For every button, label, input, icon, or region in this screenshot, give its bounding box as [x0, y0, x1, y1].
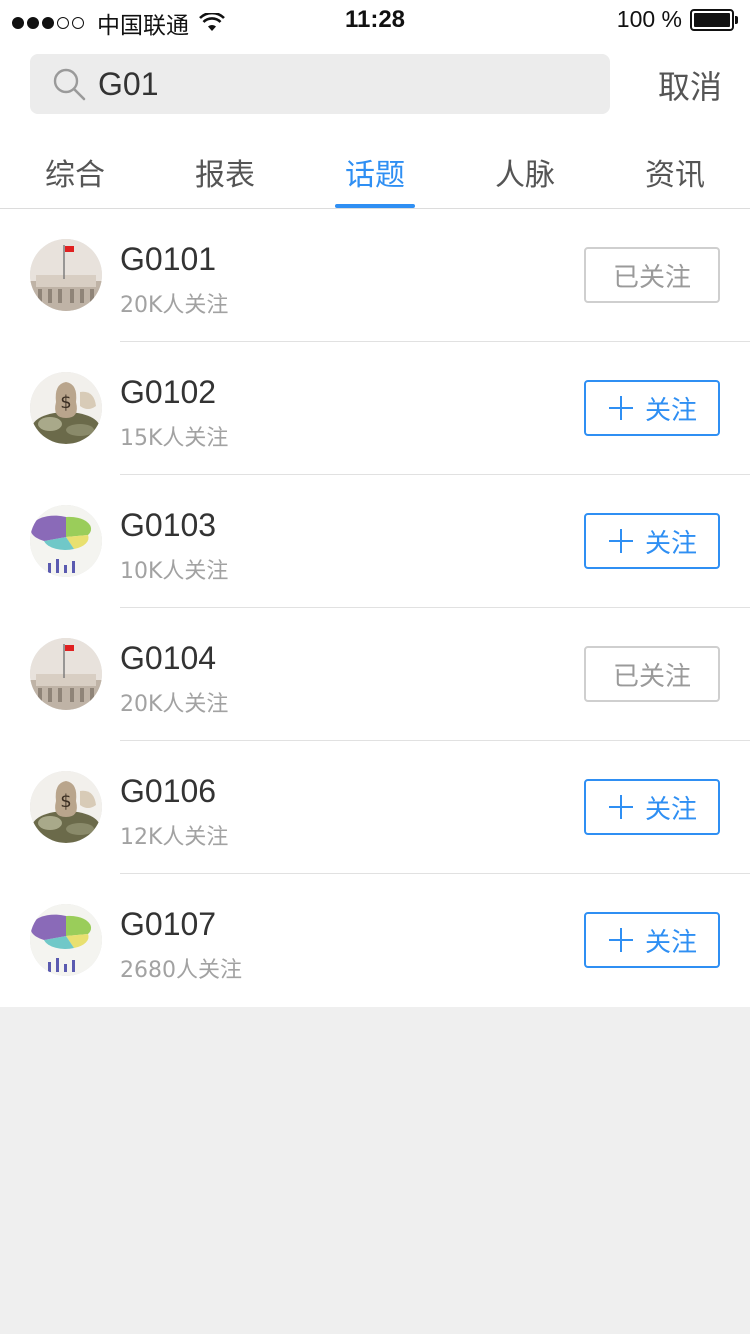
status-right: 100 %: [617, 6, 738, 33]
follow-button[interactable]: 关注: [584, 513, 720, 569]
tab-contacts[interactable]: 人脉: [450, 130, 600, 208]
money-bags-avatar-icon: $: [30, 372, 102, 444]
topic-followers: 15K人关注: [120, 426, 229, 451]
follow-button[interactable]: 关注: [584, 380, 720, 436]
topic-row-2[interactable]: G0103 10K人关注 关注: [0, 475, 750, 608]
plus-icon: [608, 529, 633, 553]
search-header: 取消: [0, 40, 750, 130]
topic-title: G0101: [120, 241, 217, 277]
follow-button-label: 已关注: [612, 262, 691, 293]
topic-result-list: G0101 20K人关注 已关注 $ G0102 15K人关注 关注 G0103…: [0, 209, 750, 1007]
battery-icon: [690, 8, 738, 31]
tab-comprehensive[interactable]: 综合: [0, 130, 150, 208]
topic-title: G0102: [120, 374, 217, 410]
svg-text:$: $: [60, 791, 71, 812]
category-tabs: 综合 报表 话题 人脉 资讯: [0, 130, 750, 209]
pie-chart-avatar-icon: [30, 505, 102, 577]
topic-row-5[interactable]: G0107 2680人关注 关注: [0, 874, 750, 1007]
tab-reports[interactable]: 报表: [150, 130, 300, 208]
topic-row-1[interactable]: $ G0102 15K人关注 关注: [0, 342, 750, 475]
cancel-button[interactable]: 取消: [658, 62, 722, 108]
topic-title: G0106: [120, 773, 217, 809]
status-bar: 中国联通 11:28 100 %: [0, 0, 750, 40]
topic-row-0[interactable]: G0101 20K人关注 已关注: [0, 209, 750, 342]
search-input[interactable]: [98, 56, 578, 112]
battery-percent: 100 %: [616, 6, 682, 32]
search-results-screen: 中国联通 11:28 100 % 取消 综合 报表: [0, 0, 750, 1334]
follow-button-label: 已关注: [612, 661, 691, 692]
svg-text:$: $: [60, 392, 71, 413]
search-icon: [53, 68, 86, 101]
follow-button-label: 关注: [644, 528, 697, 559]
followed-button[interactable]: 已关注: [584, 247, 720, 303]
topic-row-4[interactable]: $ G0106 12K人关注 关注: [0, 741, 750, 874]
plus-icon: [608, 795, 633, 819]
flag-building-avatar-icon: [30, 638, 102, 710]
plus-icon: [608, 396, 633, 420]
pie-chart-avatar-icon: [30, 904, 102, 976]
topic-row-3[interactable]: G0104 20K人关注 已关注: [0, 608, 750, 741]
topic-followers: 12K人关注: [120, 825, 229, 850]
follow-button-label: 关注: [644, 395, 697, 426]
follow-button[interactable]: 关注: [584, 779, 720, 835]
topic-followers: 20K人关注: [120, 293, 229, 318]
topic-title: G0104: [120, 640, 217, 676]
topic-title: G0103: [120, 507, 217, 543]
follow-button-label: 关注: [644, 794, 697, 825]
tab-topics[interactable]: 话题: [300, 130, 450, 208]
topic-followers: 20K人关注: [120, 692, 229, 717]
search-box[interactable]: [30, 54, 610, 114]
followed-button[interactable]: 已关注: [584, 646, 720, 702]
topic-title: G0107: [120, 906, 217, 942]
topic-followers: 10K人关注: [120, 559, 229, 584]
money-bags-avatar-icon: $: [30, 771, 102, 843]
flag-building-avatar-icon: [30, 239, 102, 311]
tab-news[interactable]: 资讯: [600, 130, 750, 208]
follow-button[interactable]: 关注: [584, 912, 720, 968]
follow-button-label: 关注: [644, 927, 697, 958]
topic-followers: 2680人关注: [120, 958, 242, 983]
plus-icon: [608, 928, 633, 952]
